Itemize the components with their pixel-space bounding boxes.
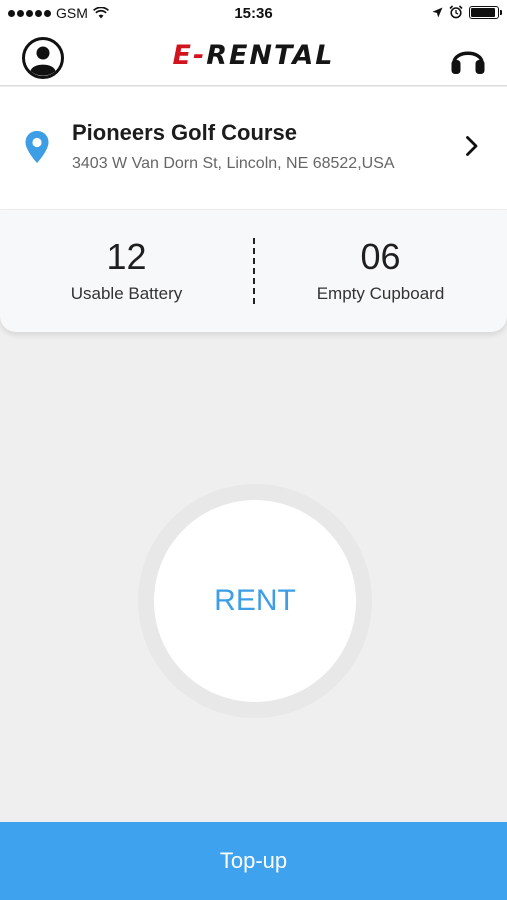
rent-button[interactable]: RENT [154,500,356,702]
map-pin-icon [25,131,49,163]
usable-battery-value: 12 [106,236,147,277]
status-right [432,5,502,19]
battery-icon [469,5,502,19]
empty-cupboard-label: Empty Cupboard [316,284,445,303]
chevron-right-icon[interactable] [465,135,479,157]
stats-panel: 12 Usable Battery 06 Empty Cupboard [0,210,507,332]
topup-button[interactable]: Top-up [0,822,507,900]
alarm-icon [449,5,463,19]
logo-main: RENTAL [206,40,335,71]
status-time: 15:36 [234,5,273,22]
support-button[interactable] [449,39,487,77]
logo-accent: E- [172,40,207,71]
app-logo: E-RENTAL [0,40,507,71]
location-card[interactable]: Pioneers Golf Course 3403 W Van Dorn St,… [0,87,507,209]
location-arrow-icon [432,7,443,17]
usable-battery-stat: 12 Usable Battery [0,210,253,332]
empty-cupboard-stat: 06 Empty Cupboard [254,210,507,332]
empty-cupboard-value: 06 [360,236,401,277]
location-name: Pioneers Golf Course [72,120,297,145]
battery-fill [471,7,495,17]
usable-battery-label: Usable Battery [70,284,183,303]
status-bar: GSM 15:36 [0,0,507,28]
location-address: 3403 W Van Dorn St, Lincoln, NE 68522,US… [72,155,395,172]
headphones-icon [451,51,485,74]
app-header: E-RENTAL [0,28,507,86]
